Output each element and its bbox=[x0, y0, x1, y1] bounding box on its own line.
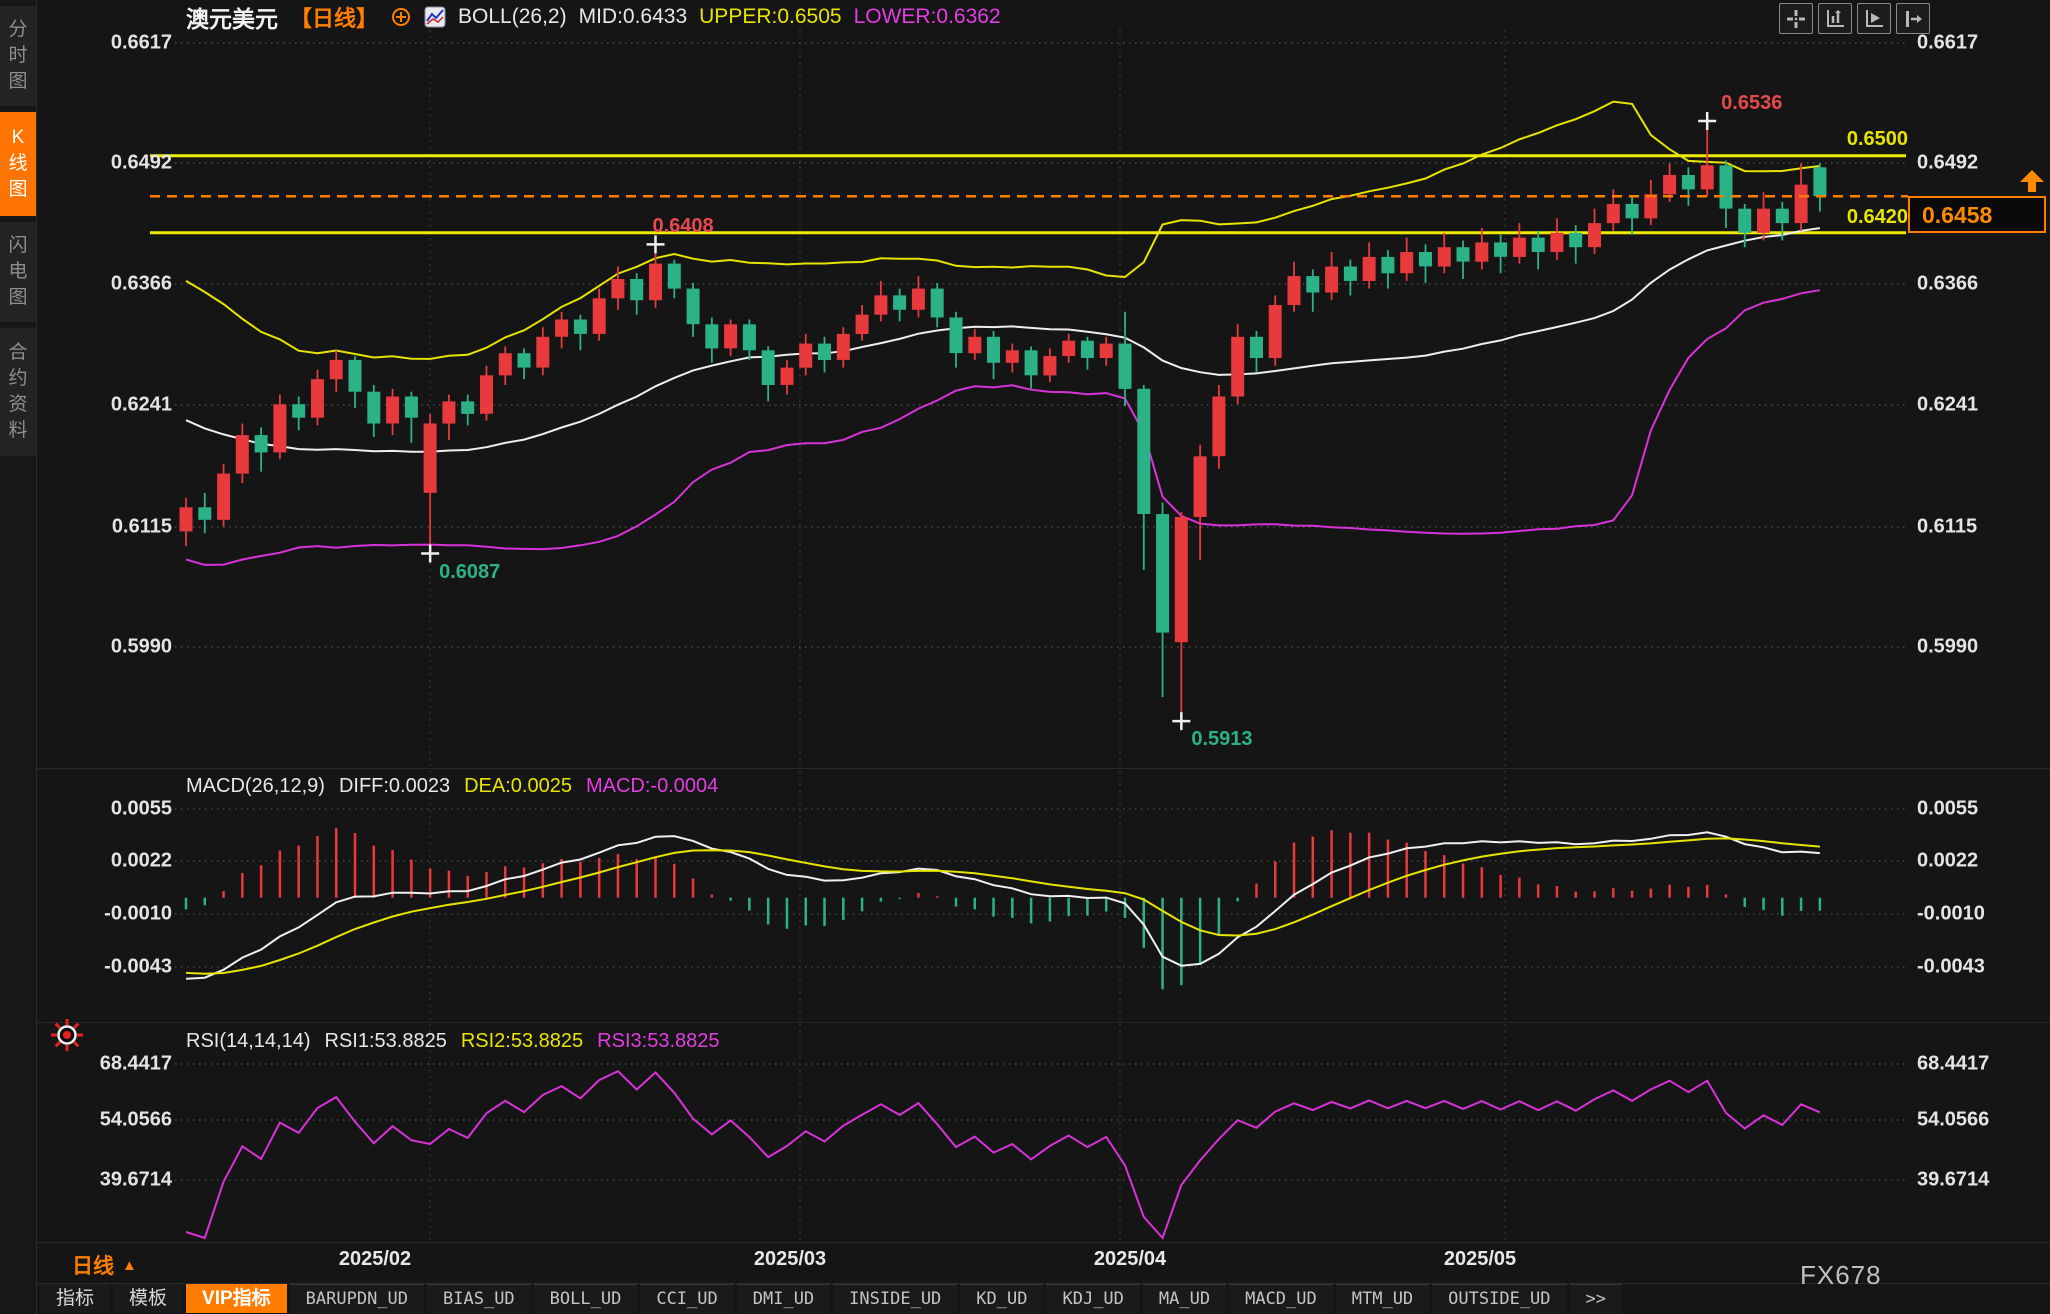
zoom-axis-icon[interactable] bbox=[1818, 3, 1852, 34]
macd-axis-right-tick: -0.0043 bbox=[1917, 956, 1985, 979]
indicator-tab-kdj-ud[interactable]: KDJ_UD bbox=[1046, 1284, 1139, 1314]
rsi2-value: RSI2:53.8825 bbox=[461, 1030, 583, 1053]
rsi-title: RSI(14,14,14) bbox=[186, 1030, 311, 1053]
time-axis-label: 2025/04 bbox=[1094, 1248, 1166, 1271]
macd-diff-value: DIFF:0.0023 bbox=[339, 775, 450, 798]
sidebar-item-2[interactable]: K线图 bbox=[0, 112, 36, 216]
axis-right-tick: 0.6366 bbox=[1917, 273, 1978, 296]
current-price-arrow-icon bbox=[2018, 168, 2046, 199]
rsi-axis-right-tick: 54.0566 bbox=[1917, 1109, 1989, 1132]
period-tag[interactable]: 【日线】 bbox=[290, 1, 378, 33]
axis-left-tick: 0.6617 bbox=[60, 32, 172, 55]
sidebar-item-1[interactable]: 分时图 bbox=[0, 6, 36, 106]
macd-header: MACD(26,12,9) DIFF:0.0023 DEA:0.0025 MAC… bbox=[186, 775, 718, 798]
bollinger-bands bbox=[186, 102, 1820, 565]
macd-axis-right-tick: 0.0055 bbox=[1917, 798, 1978, 821]
price-mark-label-high-may: 0.6536 bbox=[1721, 92, 1782, 115]
boll-mid-value: MID:0.6433 bbox=[579, 5, 688, 29]
indicator-tab-vip-[interactable]: VIP指标 bbox=[186, 1284, 287, 1313]
macd-axis-right-tick: 0.0022 bbox=[1917, 850, 1978, 873]
crosshair-icon[interactable] bbox=[1779, 3, 1813, 34]
macd-title: MACD(26,12,9) bbox=[186, 775, 325, 798]
indicator-tab-cci-ud[interactable]: CCI_UD bbox=[640, 1284, 733, 1314]
period-selector[interactable]: 日线 ▲ bbox=[72, 1250, 137, 1280]
symbol-title: 澳元美元 bbox=[186, 0, 278, 34]
macd-axis-left-tick: 0.0022 bbox=[60, 850, 172, 873]
indicator-tab--[interactable]: >> bbox=[1570, 1284, 1622, 1314]
compare-add-icon[interactable] bbox=[390, 6, 412, 28]
hline-upper-label: 0.6500 bbox=[1830, 128, 1908, 151]
panel-separator-macd bbox=[36, 768, 2050, 769]
time-axis-label: 2025/05 bbox=[1444, 1248, 1516, 1271]
rsi-axis-right-tick: 68.4417 bbox=[1917, 1053, 1989, 1076]
rsi-axis-right-tick: 39.6714 bbox=[1917, 1169, 1989, 1192]
indicator-tab-barupdn-ud[interactable]: BARUPDN_UD bbox=[290, 1284, 424, 1314]
axis-right-tick: 0.6115 bbox=[1917, 516, 1977, 539]
current-price-box: 0.6458 bbox=[1908, 196, 2046, 233]
axis-right-tick: 0.6617 bbox=[1917, 32, 1978, 55]
rsi-axis-left-tick: 39.6714 bbox=[60, 1169, 172, 1192]
chart-toolbar bbox=[1779, 3, 1930, 34]
indicator-tab-kd-ud[interactable]: KD_UD bbox=[960, 1284, 1043, 1314]
indicator-tab-ma-ud[interactable]: MA_UD bbox=[1143, 1284, 1226, 1314]
rsi1-value: RSI1:53.8825 bbox=[325, 1030, 447, 1053]
horizontal-price-lines bbox=[150, 156, 1906, 233]
hline-lower-label: 0.6420 bbox=[1830, 206, 1908, 229]
sidebar-item-3[interactable]: 闪电图 bbox=[0, 222, 36, 322]
macd-axis-left-tick: -0.0010 bbox=[60, 903, 172, 926]
indicator-tab-inside-ud[interactable]: INSIDE_UD bbox=[833, 1284, 957, 1314]
axis-right-tick: 0.6241 bbox=[1917, 394, 1978, 417]
sidebar-item-4[interactable]: 合约资料 bbox=[0, 328, 36, 456]
axis-left-tick: 0.6241 bbox=[60, 394, 172, 417]
price-mark-label-low-feb: 0.6087 bbox=[439, 561, 500, 584]
time-axis-label: 2025/02 bbox=[339, 1248, 411, 1271]
rsi-axis-left-tick: 68.4417 bbox=[60, 1053, 172, 1076]
rsi-axis-left-tick: 54.0566 bbox=[60, 1109, 172, 1132]
indicator-tab--[interactable]: 指标 bbox=[40, 1284, 110, 1313]
rsi3-value: RSI3:53.8825 bbox=[597, 1030, 719, 1053]
boll-title: BOLL(26,2) bbox=[458, 5, 567, 29]
boll-upper-value: UPPER:0.6505 bbox=[699, 5, 841, 29]
indicator-tabbar: 指标模板VIP指标BARUPDN_UDBIAS_UDBOLL_UDCCI_UDD… bbox=[40, 1284, 1622, 1314]
period-label: 日线 bbox=[72, 1250, 114, 1280]
macd-axis-right-tick: -0.0010 bbox=[1917, 903, 1985, 926]
axis-right-tick: 0.6492 bbox=[1917, 152, 1978, 175]
time-axis-label: 2025/03 bbox=[754, 1248, 826, 1271]
panel-separator-xaxis bbox=[36, 1242, 2050, 1243]
price-mark-crosses bbox=[421, 112, 1716, 730]
sidebar: 分时图 K线图闪电图合约资料 bbox=[0, 0, 37, 1314]
rsi-header: RSI(14,14,14) RSI1:53.8825 RSI2:53.8825 … bbox=[186, 1030, 720, 1053]
watermark: FX678 bbox=[1800, 1260, 1882, 1291]
macd-dea-value: DEA:0.0025 bbox=[464, 775, 572, 798]
indicator-tab-outside-ud[interactable]: OUTSIDE_UD bbox=[1432, 1284, 1566, 1314]
price-mark-label-high-mar: 0.6408 bbox=[653, 215, 714, 238]
indicator-tab-boll-ud[interactable]: BOLL_UD bbox=[534, 1284, 638, 1314]
chart-header: 澳元美元 【日线】 BOLL(26,2) MID:0.6433 UPPER:0.… bbox=[186, 2, 1001, 32]
axis-left-tick: 0.6492 bbox=[60, 152, 172, 175]
macd-macd-value: MACD:-0.0004 bbox=[586, 775, 718, 798]
chart-canvas[interactable] bbox=[0, 0, 2050, 1314]
candlesticks bbox=[180, 121, 1827, 721]
macd-axis-left-tick: 0.0055 bbox=[60, 798, 172, 821]
macd-plot bbox=[186, 828, 1820, 989]
indicator-tab--[interactable]: 模板 bbox=[113, 1284, 183, 1313]
shift-right-icon[interactable] bbox=[1896, 3, 1930, 34]
indicator-chart-icon[interactable] bbox=[424, 6, 446, 28]
axis-right-tick: 0.5990 bbox=[1917, 636, 1978, 659]
boll-lower-value: LOWER:0.6362 bbox=[854, 5, 1001, 29]
play-axis-icon[interactable] bbox=[1857, 3, 1891, 34]
panel-separator-rsi bbox=[36, 1022, 2050, 1023]
rsi-plot bbox=[186, 1071, 1820, 1238]
indicator-tab-macd-ud[interactable]: MACD_UD bbox=[1229, 1284, 1333, 1314]
period-arrow-icon: ▲ bbox=[122, 1257, 137, 1274]
indicator-tab-dmi-ud[interactable]: DMI_UD bbox=[737, 1284, 830, 1314]
macd-axis-left-tick: -0.0043 bbox=[60, 956, 172, 979]
axis-left-tick: 0.5990 bbox=[60, 636, 172, 659]
indicator-tab-mtm-ud[interactable]: MTM_UD bbox=[1336, 1284, 1429, 1314]
axis-left-tick: 0.6366 bbox=[60, 273, 172, 296]
indicator-tab-bias-ud[interactable]: BIAS_UD bbox=[427, 1284, 531, 1314]
price-mark-label-low-apr: 0.5913 bbox=[1191, 728, 1252, 751]
axis-left-tick: 0.6115 bbox=[60, 516, 172, 539]
